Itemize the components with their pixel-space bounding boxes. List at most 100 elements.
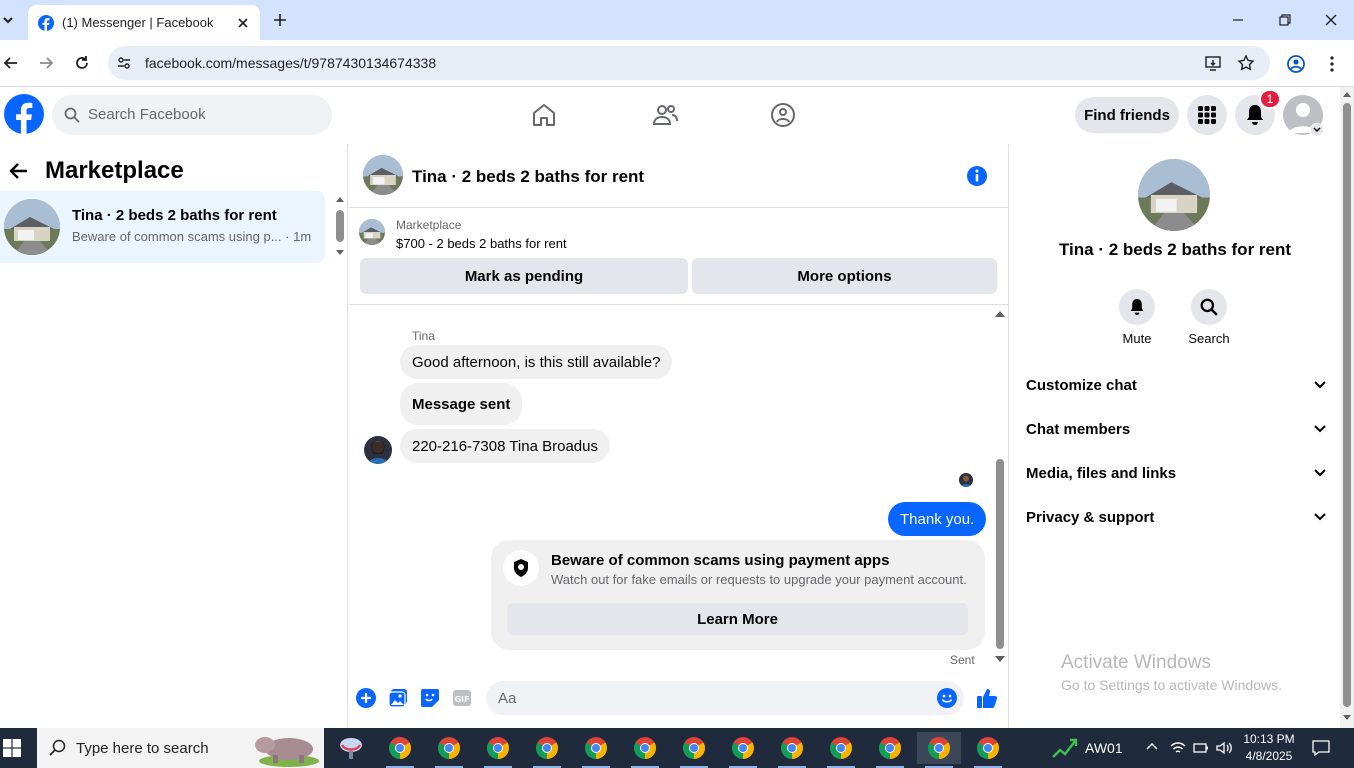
chevron-down-icon: [1314, 469, 1326, 477]
listing-price[interactable]: $700 - 2 beds 2 baths for rent: [396, 236, 567, 251]
chrome-profile-icon-active[interactable]: [917, 732, 961, 768]
gif-icon[interactable]: GIF: [452, 688, 472, 708]
chrome-profile-icon[interactable]: [868, 732, 912, 768]
restore-icon[interactable]: [1277, 12, 1293, 28]
battery-icon[interactable]: [1193, 741, 1209, 755]
tab-search-icon[interactable]: [0, 10, 16, 30]
chrome-profile-icon[interactable]: [574, 732, 618, 768]
chat-members-section[interactable]: Chat members: [1026, 407, 1326, 451]
emoji-icon[interactable]: [937, 688, 957, 708]
chrome-profile-icon[interactable]: [427, 732, 471, 768]
section-label: Media, files and links: [1026, 464, 1177, 482]
page-scroll-down-icon[interactable]: [1343, 715, 1351, 721]
chrome-profile-icon[interactable]: [623, 732, 667, 768]
list-scroll-up-icon[interactable]: [336, 196, 344, 202]
close-window-icon[interactable]: [1323, 12, 1339, 28]
mute-button[interactable]: Mute: [1107, 289, 1167, 346]
stock-chart-icon[interactable]: [1052, 737, 1078, 759]
message-bubble[interactable]: 220-216-7308 Tina Broadus: [400, 429, 610, 463]
find-friends-button[interactable]: Find friends: [1075, 97, 1179, 133]
my-message-bubble[interactable]: Thank you.: [888, 502, 987, 536]
more-options-button[interactable]: More options: [692, 258, 997, 294]
forward-arrow-icon[interactable]: [37, 54, 55, 72]
mark-as-pending-button[interactable]: Mark as pending: [360, 258, 688, 294]
install-app-icon[interactable]: [1204, 54, 1222, 72]
groups-icon[interactable]: [770, 102, 796, 128]
close-tab-icon[interactable]: [236, 16, 250, 30]
chrome-profile-icon[interactable]: [966, 732, 1010, 768]
volume-icon[interactable]: [1215, 740, 1233, 756]
chrome-profile-icon[interactable]: [819, 732, 863, 768]
minimize-icon[interactable]: [1230, 12, 1246, 28]
facebook-logo-icon[interactable]: [4, 94, 44, 134]
chat-header-title[interactable]: Tina · 2 beds 2 baths for rent: [412, 167, 644, 187]
message-sender-name: Tina: [412, 329, 435, 343]
chrome-profile-icon[interactable]: [721, 732, 765, 768]
account-chevron-down-icon[interactable]: [1310, 123, 1324, 137]
search-in-conversation-button[interactable]: Search: [1179, 289, 1239, 346]
chat-scrollbar-thumb[interactable]: [996, 459, 1004, 649]
more-actions-plus-icon[interactable]: [356, 688, 376, 708]
windows-start-icon[interactable]: [3, 739, 21, 757]
sender-avatar[interactable]: [364, 436, 392, 464]
chrome-profile-icon[interactable]: [525, 732, 569, 768]
profile-icon[interactable]: [1286, 54, 1306, 74]
chat-header-thumbnail[interactable]: [363, 155, 403, 195]
search-icon: [64, 107, 80, 123]
shield-icon: [503, 550, 539, 586]
chat-scroll-up-icon[interactable]: [995, 310, 1005, 318]
info-icon[interactable]: [966, 165, 988, 187]
preview-text: Beware of common scams using p...: [72, 229, 282, 244]
chrome-profile-icon[interactable]: [476, 732, 520, 768]
customize-chat-section[interactable]: Customize chat: [1026, 363, 1326, 407]
browser-menu-icon[interactable]: [1324, 54, 1340, 74]
listing-thumbnail: [4, 199, 60, 255]
media-files-links-section[interactable]: Media, files and links: [1026, 451, 1326, 495]
message-input[interactable]: Aa: [486, 681, 964, 715]
address-bar[interactable]: facebook.com/messages/t/9787430134674338: [108, 46, 1270, 80]
section-label: Customize chat: [1026, 376, 1137, 394]
details-thumbnail[interactable]: [1138, 159, 1210, 231]
list-scrollbar-thumb[interactable]: [336, 210, 344, 242]
notification-count-badge: 1: [1259, 89, 1281, 109]
message-bubble[interactable]: Good afternoon, is this still available?: [400, 345, 673, 379]
chat-scroll-down-icon[interactable]: [995, 655, 1005, 663]
reload-icon[interactable]: [73, 54, 91, 72]
chrome-profile-icon[interactable]: [672, 732, 716, 768]
menu-grid-icon[interactable]: [1187, 95, 1227, 135]
page-scrollbar[interactable]: [1340, 87, 1354, 728]
bookmark-star-icon[interactable]: [1237, 54, 1255, 72]
conversation-item[interactable]: Tina · 2 beds 2 baths for rent Beware of…: [0, 191, 325, 263]
list-scroll-down-icon[interactable]: [336, 250, 344, 256]
new-tab-icon[interactable]: [272, 12, 288, 28]
wifi-icon[interactable]: [1170, 740, 1186, 756]
message-bubble[interactable]: Message sent: [400, 383, 523, 425]
back-arrow-icon[interactable]: [2, 54, 20, 72]
learn-more-button[interactable]: Learn More: [507, 603, 968, 635]
taskbar-clock[interactable]: 10:13 PM 4/8/2025: [1236, 731, 1302, 765]
like-thumbs-up-icon[interactable]: [976, 687, 998, 709]
preview-time: · 1m: [281, 229, 312, 244]
taskbar-app-icon[interactable]: [329, 732, 373, 764]
page-scrollbar-thumb[interactable]: [1343, 103, 1351, 707]
conversation-preview: Beware of common scams using p... · 1m: [72, 229, 311, 244]
friends-icon[interactable]: [651, 102, 679, 128]
scam-warning-subtitle: Watch out for fake emails or requests to…: [551, 572, 967, 587]
listing-banner: Marketplace $700 - 2 beds 2 baths for re…: [349, 208, 1009, 305]
back-arrow-icon[interactable]: [9, 162, 29, 180]
privacy-support-section[interactable]: Privacy & support: [1026, 495, 1326, 539]
page-scroll-up-icon[interactable]: [1343, 91, 1351, 97]
site-settings-icon[interactable]: [116, 55, 132, 71]
attach-photo-icon[interactable]: [388, 688, 408, 708]
facebook-search-input[interactable]: Search Facebook: [52, 95, 332, 135]
notification-center-icon[interactable]: [1311, 739, 1331, 757]
chrome-profile-icon[interactable]: [770, 732, 814, 768]
browser-tab-messenger[interactable]: (1) Messenger | Facebook: [28, 5, 260, 40]
taskbar-search-placeholder: Type here to search: [76, 740, 209, 757]
sticker-icon[interactable]: [420, 688, 440, 708]
taskbar-search-box[interactable]: Type here to search: [37, 728, 324, 768]
chrome-profile-icon[interactable]: [378, 732, 422, 768]
message-input-placeholder: Aa: [498, 690, 517, 707]
tray-overflow-chevron-icon[interactable]: [1146, 742, 1158, 750]
home-icon[interactable]: [531, 102, 557, 128]
